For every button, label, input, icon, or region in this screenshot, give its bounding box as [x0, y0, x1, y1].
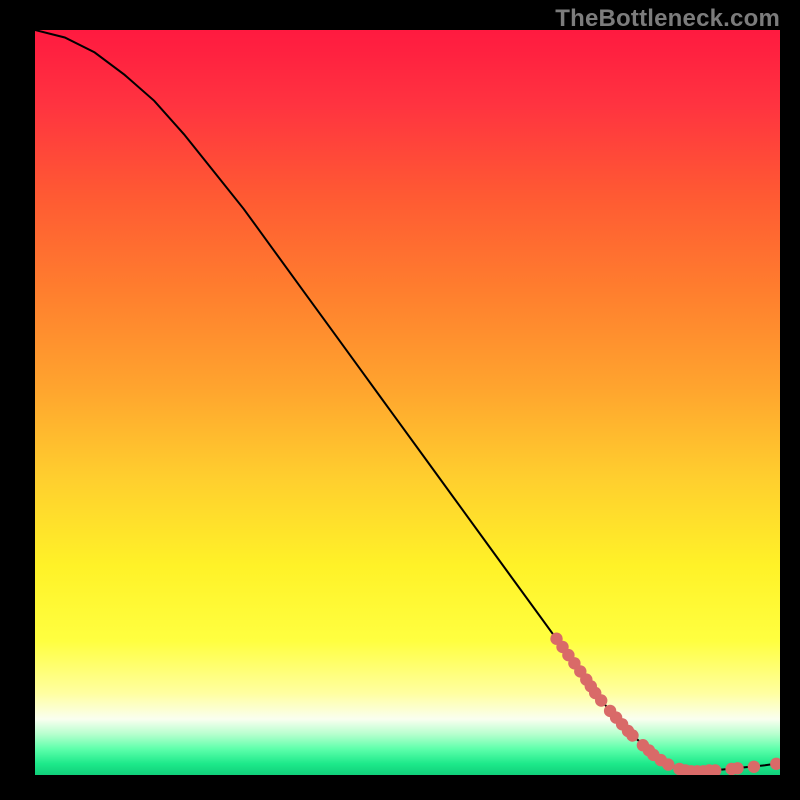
- marker-point: [770, 758, 780, 770]
- marker-point: [731, 762, 743, 774]
- bottleneck-curve: [35, 30, 780, 771]
- plot-area: [35, 30, 780, 775]
- marker-point: [626, 729, 638, 741]
- marker-point: [595, 694, 607, 706]
- chart-container: TheBottleneck.com: [0, 0, 800, 800]
- chart-overlay: [35, 30, 780, 775]
- marker-point: [748, 761, 760, 773]
- marker-point: [662, 758, 674, 770]
- markers-group: [550, 633, 780, 776]
- watermark-text: TheBottleneck.com: [555, 5, 780, 33]
